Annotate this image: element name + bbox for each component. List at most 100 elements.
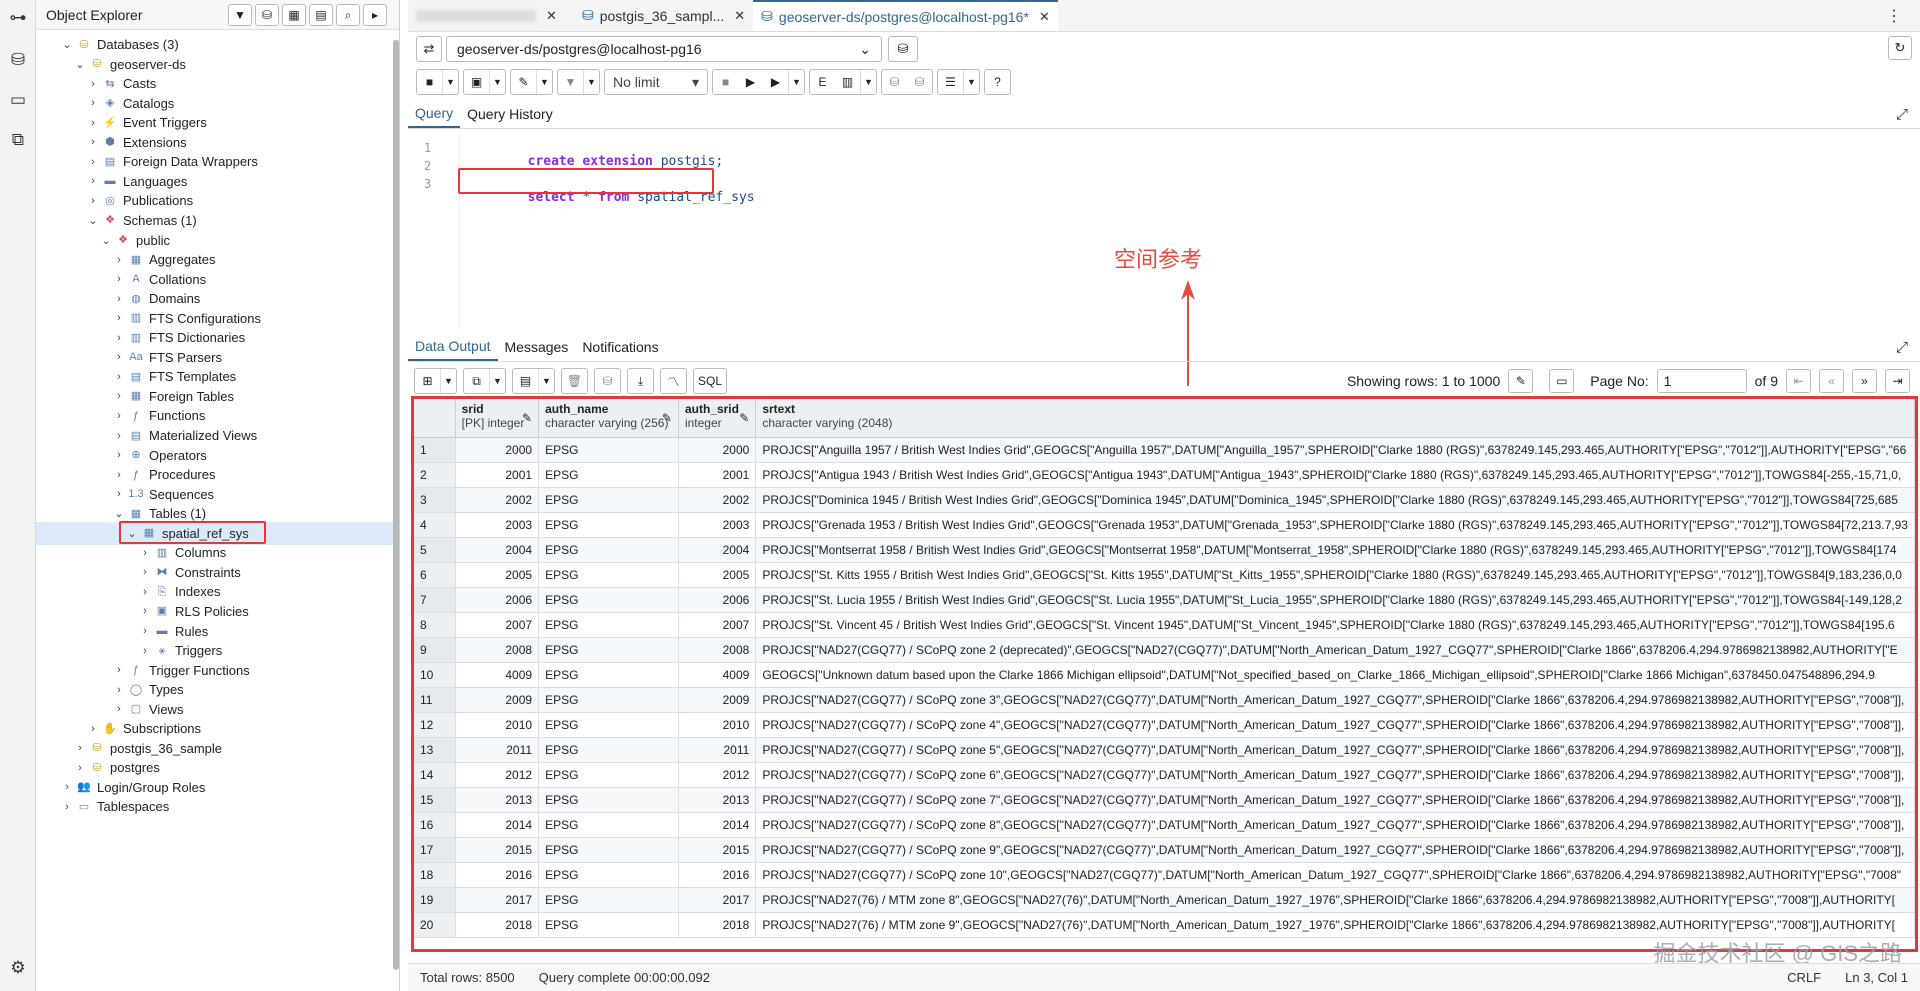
srid-cell[interactable]: 2001 <box>455 462 540 488</box>
srtext-cell[interactable]: PROJCS["Antigua 1943 / British West Indi… <box>755 462 1915 488</box>
auth-srid-cell[interactable]: 2018 <box>678 912 757 938</box>
table-row[interactable]: 3 2002 EPSG 2002 PROJCS["Dominica 1945 / Bri… <box>414 487 1915 513</box>
auth-name-cell[interactable]: EPSG <box>538 537 679 563</box>
auth-srid-cell[interactable]: 2001 <box>678 462 757 488</box>
delete-icon[interactable]: 🗑 <box>562 369 587 393</box>
chevron-down-icon[interactable]: ▼ <box>538 369 554 393</box>
chevron-right-icon[interactable]: › <box>60 781 74 793</box>
chevron-down-icon[interactable]: ▼ <box>489 70 505 94</box>
srid-cell[interactable]: 2006 <box>455 587 540 613</box>
chevron-right-icon[interactable]: › <box>112 273 126 285</box>
tab-geoserver-ds[interactable]: ⛁ geoserver-ds/postgres@localhost-pg16* … <box>753 0 1058 31</box>
srtext-cell[interactable]: PROJCS["NAD27(CGQ77) / SCoPQ zone 9",GEO… <box>755 837 1915 863</box>
save-icon[interactable]: ▣ <box>464 70 489 94</box>
srtext-cell[interactable]: PROJCS["Dominica 1945 / British West Ind… <box>755 487 1915 513</box>
table-row[interactable]: 4 2003 EPSG 2003 PROJCS["Grenada 1953 / Brit… <box>414 512 1915 538</box>
add-row-icon[interactable]: ⊞ <box>415 369 440 393</box>
auth-name-cell[interactable]: EPSG <box>538 687 679 713</box>
column-header-srtext[interactable]: srtext character varying (2048) <box>755 399 1915 438</box>
auth-name-cell[interactable]: EPSG <box>538 637 679 663</box>
chevron-right-icon[interactable]: › <box>138 645 152 657</box>
refresh-icon[interactable]: ↻ <box>1888 36 1912 60</box>
psql-terminal-icon[interactable]: ▸ <box>363 4 387 26</box>
chevron-right-icon[interactable]: › <box>112 469 126 481</box>
auth-name-cell[interactable]: EPSG <box>538 662 679 688</box>
next-page-icon[interactable]: » <box>1852 369 1877 393</box>
auth-name-cell[interactable]: EPSG <box>538 912 679 938</box>
commit-icon[interactable]: ⛁ <box>882 70 907 94</box>
line-ending[interactable]: CRLF <box>1775 970 1833 985</box>
auth-name-cell[interactable]: EPSG <box>538 837 679 863</box>
chevron-right-icon[interactable]: › <box>112 703 126 715</box>
tab-query-history[interactable]: Query History <box>460 100 560 128</box>
chevron-right-icon[interactable]: › <box>60 801 74 813</box>
table-row[interactable]: 5 2004 EPSG 2004 PROJCS["Montserrat 1958 / B… <box>414 537 1915 563</box>
auth-srid-cell[interactable]: 2016 <box>678 862 757 888</box>
chevron-right-icon[interactable]: › <box>73 742 87 754</box>
chevron-right-icon[interactable]: › <box>112 351 126 363</box>
chevron-down-icon[interactable]: ▼ <box>788 70 804 94</box>
chevron-right-icon[interactable]: › <box>112 332 126 344</box>
chevron-right-icon[interactable]: › <box>86 175 100 187</box>
column-header-auth-srid[interactable]: auth_srid integer ✎ <box>678 399 757 438</box>
table-row[interactable]: 20 2018 EPSG 2018 PROJCS["NAD27(76) / MTM zo… <box>414 912 1915 938</box>
srid-cell[interactable]: 2011 <box>455 737 540 763</box>
chevron-down-icon[interactable]: ⌄ <box>86 214 100 227</box>
chevron-down-icon[interactable]: ⌄ <box>73 58 87 71</box>
auth-srid-cell[interactable]: 2004 <box>678 537 757 563</box>
chevron-right-icon[interactable]: › <box>73 762 87 774</box>
auth-srid-cell[interactable]: 2017 <box>678 887 757 913</box>
auth-srid-cell[interactable]: 2002 <box>678 487 757 513</box>
srid-cell[interactable]: 2015 <box>455 837 540 863</box>
srtext-cell[interactable]: PROJCS["NAD27(76) / MTM zone 9",GEOGCS["… <box>755 912 1915 938</box>
srtext-cell[interactable]: GEOGCS["Unknown datum based upon the Cla… <box>755 662 1915 688</box>
chevron-right-icon[interactable]: › <box>112 664 126 676</box>
auth-name-cell[interactable]: EPSG <box>538 812 679 838</box>
auth-name-cell[interactable]: EPSG <box>538 737 679 763</box>
srtext-cell[interactable]: PROJCS["NAD27(CGQ77) / SCoPQ zone 10",GE… <box>755 862 1915 888</box>
execute-icon[interactable]: ▶ <box>738 70 763 94</box>
srtext-cell[interactable]: PROJCS["Montserrat 1958 / British West I… <box>755 537 1915 563</box>
table-row[interactable]: 12 2010 EPSG 2010 PROJCS["NAD27(CGQ77) / SCo… <box>414 712 1915 738</box>
table-row[interactable]: 15 2013 EPSG 2013 PROJCS["NAD27(CGQ77) / SCo… <box>414 787 1915 813</box>
chevron-right-icon[interactable]: › <box>112 449 126 461</box>
auth-name-cell[interactable]: EPSG <box>538 612 679 638</box>
srtext-cell[interactable]: PROJCS["NAD27(76) / MTM zone 8",GEOGCS["… <box>755 887 1915 913</box>
chevron-down-icon[interactable]: ⌄ <box>112 507 126 520</box>
table-row[interactable]: 14 2012 EPSG 2012 PROJCS["NAD27(CGQ77) / SCo… <box>414 762 1915 788</box>
auth-srid-cell[interactable]: 4009 <box>678 662 757 688</box>
auth-name-cell[interactable]: EPSG <box>538 562 679 588</box>
auth-srid-cell[interactable]: 2013 <box>678 787 757 813</box>
srid-cell[interactable]: 2002 <box>455 487 540 513</box>
srtext-cell[interactable]: PROJCS["NAD27(CGQ77) / SCoPQ zone 2 (dep… <box>755 637 1915 663</box>
srid-cell[interactable]: 2003 <box>455 512 540 538</box>
table-row[interactable]: 13 2011 EPSG 2011 PROJCS["NAD27(CGQ77) / SCo… <box>414 737 1915 763</box>
tab-data-output[interactable]: Data Output <box>408 332 498 361</box>
object-explorer-icon[interactable]: ⊶ <box>6 6 30 30</box>
auth-name-cell[interactable]: EPSG <box>538 587 679 613</box>
paste-icon[interactable]: ▤ <box>513 369 538 393</box>
settings-gear-icon[interactable]: ⚙ <box>6 956 30 980</box>
srid-cell[interactable]: 2005 <box>455 562 540 588</box>
auth-srid-cell[interactable]: 2010 <box>678 712 757 738</box>
help-icon[interactable]: ? <box>985 70 1010 94</box>
prev-page-icon[interactable]: « <box>1819 369 1844 393</box>
table-row[interactable]: 19 2017 EPSG 2017 PROJCS["NAD27(76) / MTM zo… <box>414 887 1915 913</box>
srtext-cell[interactable]: PROJCS["NAD27(CGQ77) / SCoPQ zone 8",GEO… <box>755 812 1915 838</box>
table-row[interactable]: 8 2007 EPSG 2007 PROJCS["St. Vincent 45 / Br… <box>414 612 1915 638</box>
maximize-icon[interactable]: ⤢ <box>1896 339 1908 356</box>
chevron-right-icon[interactable]: › <box>86 97 100 109</box>
search-icon[interactable]: ⌕ <box>336 4 360 26</box>
rollback-icon[interactable]: ⛁ <box>907 70 932 94</box>
srtext-cell[interactable]: PROJCS["Grenada 1953 / British West Indi… <box>755 512 1915 538</box>
srid-cell[interactable]: 4009 <box>455 662 540 688</box>
chevron-right-icon[interactable]: › <box>112 410 126 422</box>
chevron-down-icon[interactable]: ▼ <box>440 369 456 393</box>
tab-postgis-sample[interactable]: ⛁ postgis_36_sampl... ✕ <box>574 0 753 31</box>
chevron-right-icon[interactable]: › <box>86 78 100 90</box>
auth-srid-cell[interactable]: 2014 <box>678 812 757 838</box>
chevron-down-icon[interactable]: ▼ <box>536 70 552 94</box>
table-row[interactable]: 11 2009 EPSG 2009 PROJCS["NAD27(CGQ77) / SCo… <box>414 687 1915 713</box>
auth-srid-cell[interactable]: 2005 <box>678 562 757 588</box>
chevron-right-icon[interactable]: › <box>138 605 152 617</box>
